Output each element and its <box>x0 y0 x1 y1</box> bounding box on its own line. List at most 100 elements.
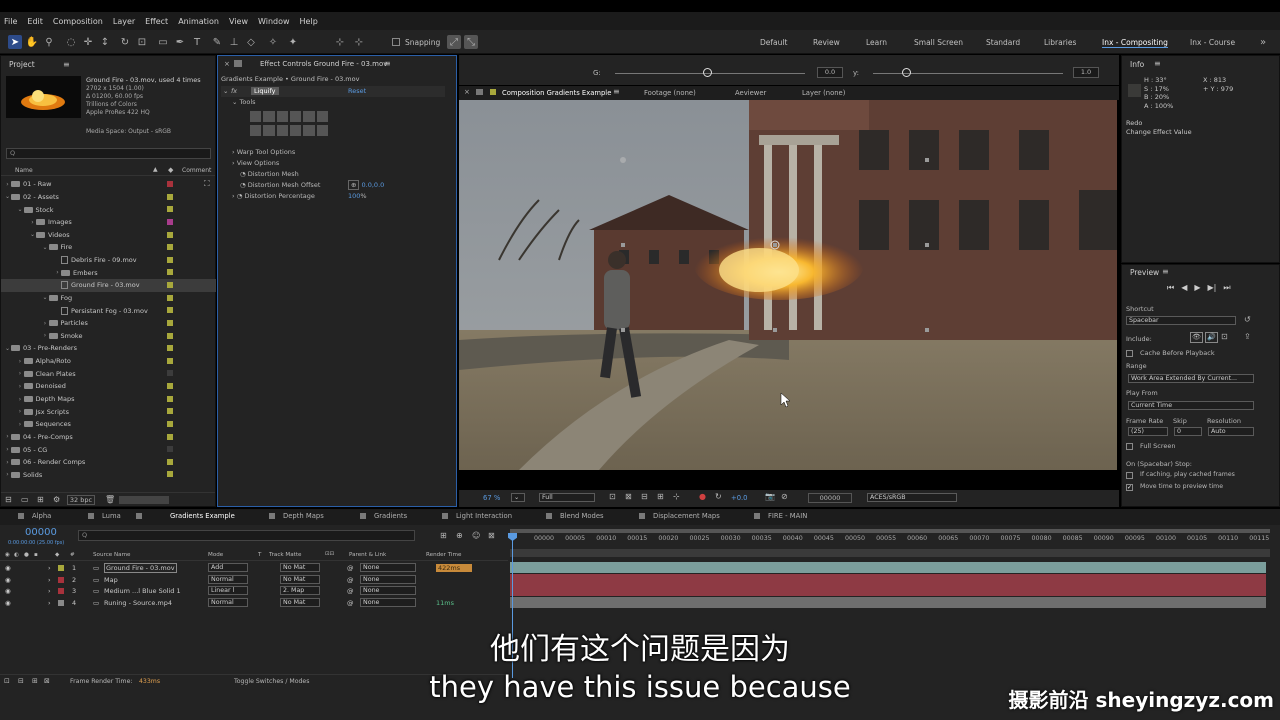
distribute-icon[interactable]: ⊹ <box>352 35 366 49</box>
project-item[interactable]: ⌄ Fog <box>1 292 216 305</box>
expand-triangle-icon[interactable]: › <box>17 421 24 428</box>
label-color-swatch[interactable] <box>167 446 173 453</box>
roto-brush-icon[interactable]: ✧ <box>266 35 280 49</box>
layer-mode-dropdown[interactable]: Add <box>208 563 248 572</box>
label-color-swatch[interactable] <box>167 193 173 200</box>
channel-icon[interactable]: ⊹ <box>673 492 680 501</box>
layer-mode-dropdown[interactable]: Normal <box>208 597 248 607</box>
warp-tool-icon[interactable] <box>250 111 262 122</box>
layer-expand-icon[interactable]: › <box>48 587 51 595</box>
panel-menu-icon[interactable]: ≡ <box>384 59 391 68</box>
visibility-eye-icon[interactable]: ◉ <box>5 576 11 584</box>
project-item[interactable]: › Images <box>1 216 216 229</box>
reflection-tool-icon[interactable] <box>263 125 275 136</box>
turbulence-tool-icon[interactable] <box>263 111 275 122</box>
timeline-tab[interactable]: Depth Maps <box>283 512 324 520</box>
project-item[interactable]: ⌄ Videos <box>1 229 216 242</box>
layer-expand-icon[interactable]: › <box>48 576 51 584</box>
if-caching-checkbox[interactable] <box>1126 472 1133 479</box>
type-tool-icon[interactable]: T <box>190 35 204 49</box>
timeline-tab[interactable]: Luma <box>102 512 121 520</box>
parent-dropdown[interactable]: None <box>360 586 416 595</box>
menu-layer[interactable]: Layer <box>113 17 135 26</box>
track-matte-dropdown[interactable]: No Mat <box>280 597 320 607</box>
project-item[interactable]: ⌄ Fire <box>1 241 216 254</box>
grid-icon[interactable]: ⊞ <box>657 492 664 501</box>
timeline-tab[interactable]: Gradients <box>374 512 407 520</box>
timeline-tab[interactable]: Alpha <box>32 512 51 520</box>
zoom-dropdown-icon[interactable]: ⌄ <box>511 493 525 502</box>
tab-footage[interactable]: Footage (none) <box>644 89 696 97</box>
track-bar-layer-3[interactable] <box>510 585 1266 596</box>
track-bar-layer-4[interactable] <box>510 596 1266 608</box>
graph-editor-icon[interactable]: ⊠ <box>488 531 495 540</box>
label-color-swatch[interactable] <box>167 332 173 339</box>
label-color-swatch[interactable] <box>167 294 173 301</box>
composition-viewer[interactable] <box>459 100 1117 470</box>
label-color-swatch[interactable] <box>167 458 173 465</box>
expand-triangle-icon[interactable]: ⌄ <box>42 244 49 251</box>
workspace-3[interactable]: Small Screen <box>914 38 963 47</box>
layer-label-swatch[interactable] <box>58 576 64 583</box>
export-icon[interactable]: ⇪ <box>1244 332 1251 341</box>
menu-edit[interactable]: Edit <box>27 17 43 26</box>
freeze-tool-icon[interactable] <box>303 125 315 136</box>
expand-triangle-icon[interactable]: › <box>4 433 11 440</box>
expand-triangle-icon[interactable]: ⌄ <box>4 345 11 352</box>
expand-triangle-icon[interactable]: ⌄ <box>17 206 24 213</box>
visibility-eye-icon[interactable]: ◉ <box>5 587 11 595</box>
project-item[interactable]: › Sequences <box>1 418 216 431</box>
reset-link[interactable]: Reset <box>348 87 366 95</box>
label-color-swatch[interactable] <box>167 420 173 427</box>
twirl-cw-tool-icon[interactable] <box>276 111 288 122</box>
layer-source-name[interactable]: Ground Fire - 03.mov <box>104 563 177 573</box>
pen-tool-icon[interactable]: ✒ <box>173 35 187 49</box>
viewer-timecode[interactable]: 00000 <box>808 493 852 503</box>
layer-label-swatch[interactable] <box>58 565 64 571</box>
full-screen-checkbox[interactable] <box>1126 443 1133 450</box>
workspace-overflow-icon[interactable]: » <box>1256 35 1270 49</box>
track-matte-dropdown[interactable]: No Mat <box>280 563 320 572</box>
color-channel-icon[interactable]: ● <box>699 492 706 501</box>
project-settings-icon[interactable]: ⚙ <box>53 495 60 504</box>
layer-expand-icon[interactable]: › <box>48 599 51 607</box>
flowchart-icon[interactable]: ⛶ <box>204 179 210 189</box>
tab-aeviewer[interactable]: Aeviewer <box>735 89 766 97</box>
crosshair-icon[interactable]: ⊕ <box>348 180 360 190</box>
quality-dropdown[interactable]: Full <box>539 493 595 502</box>
selection-tool-icon[interactable]: ➤ <box>8 35 22 49</box>
rotate-tool-icon[interactable]: ↻ <box>118 35 132 49</box>
lock-icon[interactable] <box>476 89 483 95</box>
expand-triangle-icon[interactable]: ⌄ <box>42 294 49 301</box>
puppet-tool-icon[interactable]: ✦ <box>286 35 300 49</box>
menu-view[interactable]: View <box>229 17 248 26</box>
expand-triangle-icon[interactable]: › <box>17 370 24 377</box>
timeline-tab[interactable]: Blend Modes <box>560 512 604 520</box>
menu-help[interactable]: Help <box>300 17 318 26</box>
project-item[interactable]: › Smoke <box>1 330 216 343</box>
orbit-tool-icon[interactable]: ◌ <box>64 35 78 49</box>
workspace-2[interactable]: Learn <box>866 38 887 47</box>
time-ruler[interactable]: 00000 00005 00010 00015 00020 00025 00030 00035… <box>508 535 1273 547</box>
layer-mode-dropdown[interactable]: Normal <box>208 574 248 584</box>
cache-checkbox[interactable] <box>1126 350 1133 357</box>
skip-dropdown[interactable]: 0 <box>1174 427 1202 436</box>
track-bar-layer-2[interactable] <box>510 573 1266 585</box>
warp-tool-options[interactable]: Warp Tool Options <box>237 148 296 156</box>
label-color-swatch[interactable] <box>167 244 173 251</box>
anchor-tool-icon[interactable]: ⊡ <box>135 35 149 49</box>
fx-icon[interactable]: fx <box>231 87 237 95</box>
layer-row[interactable]: ◉ › 4 ▭ Runing - Source.mp4 Normal No Mat @ None… <box>0 597 508 609</box>
timeline-tab[interactable]: FIRE - MAIN <box>768 512 807 520</box>
workspace-7[interactable]: Inx - Course <box>1190 38 1235 47</box>
column-name[interactable]: Name <box>15 167 33 174</box>
expand-triangle-icon[interactable]: › <box>42 320 49 327</box>
reset-icon[interactable]: ↺ <box>1244 315 1251 324</box>
next-frame-icon[interactable]: ▶| <box>1208 283 1217 293</box>
expand-triangle-icon[interactable]: › <box>29 219 36 226</box>
snap-edge-icon[interactable]: ⤢ <box>447 35 461 49</box>
menu-animation[interactable]: Animation <box>178 17 219 26</box>
timeline-search-input[interactable]: Q <box>78 530 415 541</box>
eraser-tool-icon[interactable]: ◇ <box>244 35 258 49</box>
play-icon[interactable]: ▶ <box>1194 283 1200 293</box>
